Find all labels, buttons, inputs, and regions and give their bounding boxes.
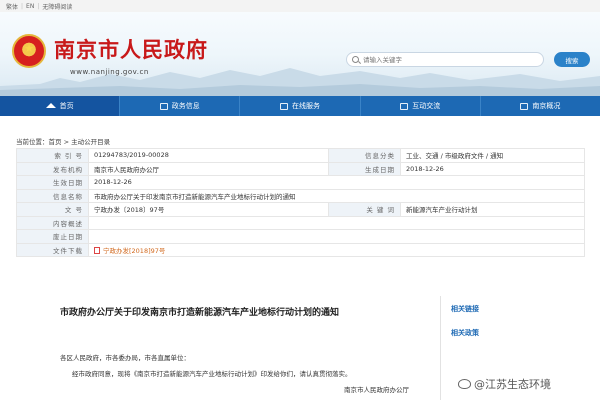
nav-item-interaction[interactable]: 互动交流: [361, 96, 481, 116]
site-title: 南京市人民政府: [54, 37, 208, 62]
nav-item-government-info[interactable]: 政务信息: [120, 96, 241, 116]
weibo-icon: [458, 379, 471, 389]
chat-icon: [400, 102, 409, 110]
related-links-link[interactable]: 相关链接: [451, 304, 479, 314]
summary-value: [88, 215, 585, 230]
table-row: 索 引 号 01294783/2019-00028 信息分类 工业、交通 / 市…: [16, 148, 585, 163]
attachment-label: 文件下载: [16, 242, 89, 257]
nav-label: 政务信息: [171, 102, 200, 110]
org-label: 发布机构: [16, 161, 89, 176]
table-row: 信息名称 市政府办公厅关于印发南京市打造新能源汽车产业地标行动计划的通知: [16, 188, 585, 203]
breadcrumb-home-link[interactable]: 首页: [49, 138, 62, 146]
info-icon: [159, 102, 168, 110]
nav-item-online-service[interactable]: 在线服务: [240, 96, 361, 116]
document-metadata-table: 索 引 号 01294783/2019-00028 信息分类 工业、交通 / 市…: [16, 148, 585, 257]
search-icon: [352, 56, 359, 63]
english-link[interactable]: EN: [26, 3, 34, 10]
nav-label: 南京概况: [532, 102, 561, 110]
national-emblem-icon: ★: [12, 34, 46, 68]
document-signature: 南京市人民政府办公厅: [344, 386, 409, 394]
document-body: 经市政府同意，现将《南京市打造新能源汽车产业地标行动计划》印发给你们，请认真贯彻…: [72, 370, 352, 378]
doc-no-label: 文 号: [16, 202, 89, 217]
service-icon: [280, 102, 288, 110]
category-label: 信息分类: [328, 148, 401, 163]
nav-item-overview[interactable]: 南京概况: [481, 96, 600, 116]
overview-icon: [520, 102, 529, 110]
attachment-cell: 宁政办发[2018]97号: [88, 242, 585, 257]
title-label: 信息名称: [16, 188, 89, 203]
table-row: 文件下载 宁政办发[2018]97号: [16, 242, 585, 257]
expire-value: [88, 229, 585, 244]
weibo-watermark: @江苏生态环境: [458, 376, 551, 392]
file-icon: [94, 247, 100, 255]
date-label: 生效日期: [16, 175, 89, 190]
top-utility-bar: 繁体 | EN | 无障碍阅读: [0, 0, 600, 12]
nav-item-home[interactable]: 首页: [0, 96, 121, 116]
summary-label: 内容概述: [16, 215, 89, 230]
gen-date-label: 生成日期: [328, 161, 401, 176]
attachment-link[interactable]: 宁政办发[2018]97号: [103, 247, 165, 255]
main-nav: 首页 政务信息 在线服务 互动交流 南京概况: [0, 96, 600, 116]
separator: |: [21, 2, 24, 10]
breadcrumb-prefix: 当前位置：: [16, 138, 49, 146]
gen-date-value: 2018-12-26: [400, 161, 585, 176]
breadcrumb-current[interactable]: 主动公开目录: [71, 138, 110, 146]
site-url: www.nanjing.gov.cn: [70, 68, 149, 76]
category-value: 工业、交通 / 市级政府文件 / 通知: [400, 148, 585, 163]
date-value: 2018-12-26: [88, 175, 585, 190]
separator: |: [37, 2, 40, 10]
home-icon: [45, 102, 56, 108]
watermark-text: @江苏生态环境: [474, 378, 551, 391]
keyword-label: 关 键 词: [328, 202, 401, 217]
table-row: 发布机构 南京市人民政府办公厅 生成日期 2018-12-26: [16, 161, 585, 176]
nav-label: 互动交流: [412, 102, 441, 110]
accessibility-link[interactable]: 无障碍阅读: [42, 2, 72, 11]
breadcrumb: 当前位置：首页 > 主动公开目录: [16, 136, 110, 146]
breadcrumb-separator: >: [63, 138, 70, 146]
traditional-chinese-link[interactable]: 繁体: [6, 2, 18, 11]
title-value: 市政府办公厅关于印发南京市打造新能源汽车产业地标行动计划的通知: [88, 188, 585, 203]
table-row: 废止日期: [16, 229, 585, 244]
search-button[interactable]: 搜索: [554, 52, 590, 67]
site-header: ★ 南京市人民政府 www.nanjing.gov.cn 搜索: [0, 12, 600, 96]
table-row: 生效日期 2018-12-26: [16, 175, 585, 190]
expire-label: 废止日期: [16, 229, 89, 244]
related-policies-link[interactable]: 相关政策: [451, 328, 479, 338]
keyword-value: 新能源汽车产业行动计划: [400, 202, 585, 217]
document-title: 市政府办公厅关于印发南京市打造新能源汽车产业地标行动计划的通知: [60, 308, 340, 318]
search-box: [346, 52, 544, 67]
table-row: 文 号 宁政办发〔2018〕97号 关 键 词 新能源汽车产业行动计划: [16, 202, 585, 217]
index-label: 索 引 号: [16, 148, 89, 163]
doc-no-value: 宁政办发〔2018〕97号: [88, 202, 329, 217]
nav-label: 在线服务: [292, 102, 320, 110]
index-value: 01294783/2019-00028: [88, 148, 329, 163]
org-value: 南京市人民政府办公厅: [88, 161, 329, 176]
search-input[interactable]: [363, 55, 523, 64]
table-row: 内容概述: [16, 215, 585, 230]
nav-label: 首页: [59, 102, 74, 110]
document-salutation: 各区人民政府，市各委办局，市各直属单位：: [60, 354, 190, 362]
